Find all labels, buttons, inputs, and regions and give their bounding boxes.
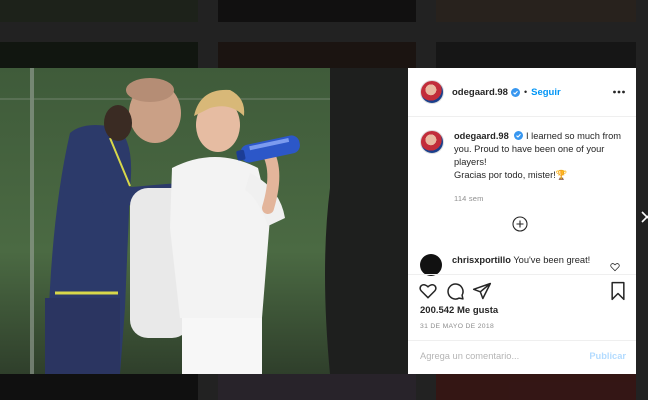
- avatar[interactable]: [420, 80, 444, 104]
- post-photo[interactable]: [0, 68, 408, 374]
- share-icon[interactable]: [472, 281, 492, 301]
- post-date[interactable]: 31 DE MAYO DE 2018: [420, 323, 494, 330]
- heart-icon[interactable]: [418, 281, 438, 301]
- publish-button[interactable]: Publicar: [589, 351, 626, 361]
- comment-username[interactable]: chrisxportillo: [452, 255, 511, 265]
- photo-illustration: [0, 68, 408, 374]
- more-options-icon[interactable]: [612, 86, 626, 98]
- comment-row: chrisxportillo You've been great!: [420, 254, 626, 276]
- likes-count[interactable]: 200.542 Me gusta: [420, 305, 498, 316]
- avatar[interactable]: [420, 254, 442, 276]
- comment-body: You've been great!: [513, 255, 591, 265]
- caption-username[interactable]: odegaard.98: [454, 131, 509, 141]
- caption-timestamp[interactable]: 114 sem: [454, 192, 626, 205]
- bookmark-icon[interactable]: [608, 281, 628, 301]
- avatar[interactable]: [420, 130, 444, 154]
- close-icon[interactable]: [640, 210, 648, 224]
- post-header: odegaard.98 • Seguir: [408, 68, 636, 117]
- action-bar: 200.542 Me gusta 31 DE MAYO DE 2018: [408, 274, 636, 335]
- add-comment-icon[interactable]: [512, 216, 528, 232]
- comment-icon[interactable]: [445, 281, 465, 301]
- username[interactable]: odegaard.98: [452, 87, 508, 98]
- caption-line: Gracias por todo, mister!🏆: [454, 170, 568, 180]
- verified-icon: [514, 131, 524, 140]
- post-caption: odegaard.98 I learned so much from you. …: [420, 130, 626, 205]
- separator: •: [523, 87, 528, 97]
- add-comment-row: Agrega un comentario... Publicar: [408, 340, 636, 375]
- caption-text: odegaard.98 I learned so much from you. …: [454, 130, 626, 205]
- post-details-panel: odegaard.98 • Seguir odegaard.98 I learn…: [408, 68, 636, 374]
- comment-input[interactable]: Agrega un comentario...: [420, 351, 519, 361]
- comment-text: chrisxportillo You've been great!: [452, 254, 590, 267]
- follow-button[interactable]: Seguir: [531, 87, 561, 98]
- comment-like-icon[interactable]: [610, 262, 620, 272]
- verified-icon: [510, 87, 520, 97]
